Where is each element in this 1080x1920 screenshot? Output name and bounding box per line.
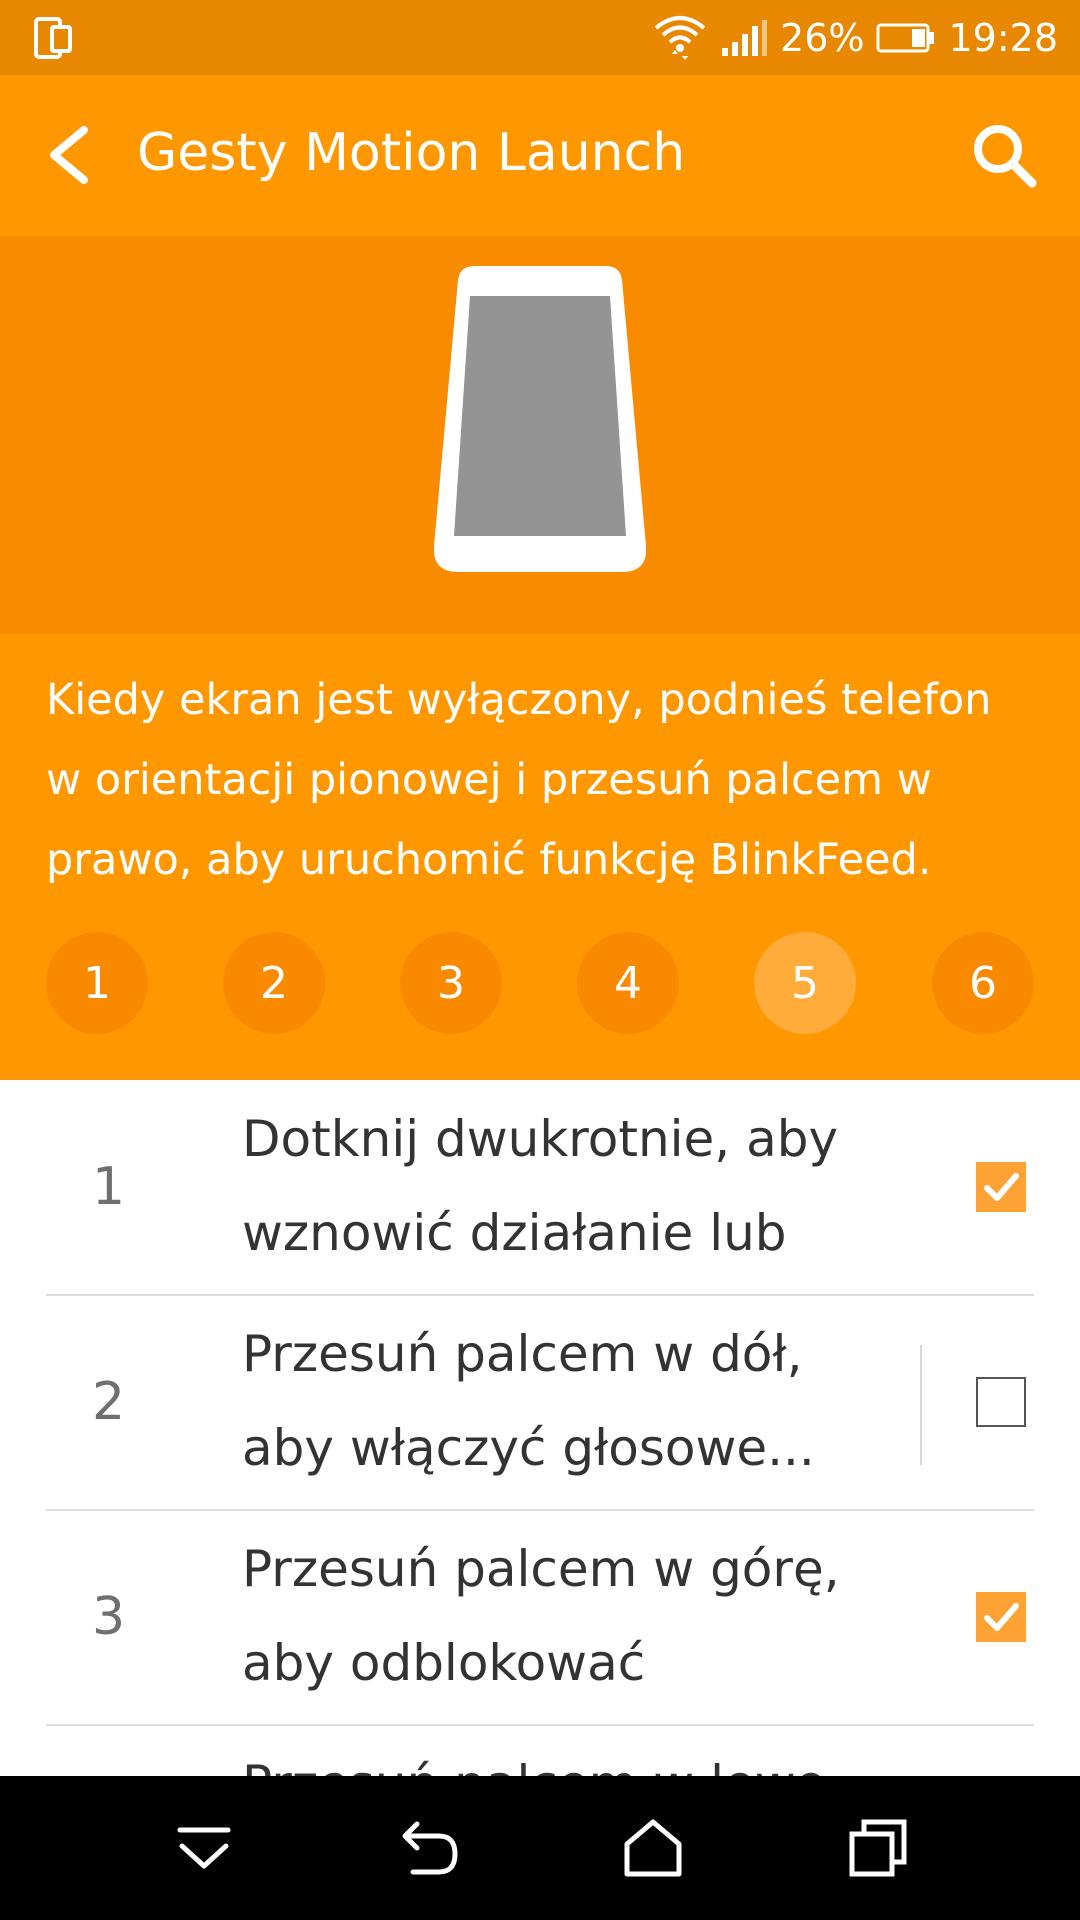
signal-icon	[722, 19, 768, 56]
gesture-number: 1	[92, 1157, 126, 1217]
app-bar: Gesty Motion Launch	[0, 75, 1080, 236]
step-button-5[interactable]: 5	[754, 932, 856, 1034]
hide-nav-icon[interactable]	[168, 1812, 240, 1884]
battery-percent: 26%	[780, 15, 865, 60]
gesture-checkbox[interactable]	[976, 1162, 1026, 1212]
navigation-bar	[0, 1776, 1080, 1920]
recent-apps-icon[interactable]	[842, 1812, 914, 1884]
wifi-icon	[654, 15, 706, 60]
search-icon[interactable]	[968, 119, 1040, 191]
gesture-number: 3	[92, 1587, 126, 1647]
list-item[interactable]: 4 Przesuń palcem w lewo	[46, 1725, 1034, 1776]
battery-icon	[876, 23, 935, 52]
list-item[interactable]: 2 Przesuń palcem w dół, aby włączyć głos…	[46, 1295, 1034, 1511]
gesture-label: Przesuń palcem w górę, aby odblokować	[242, 1540, 840, 1692]
gesture-label: Dotknij dwukrotnie, aby wznowić działani…	[242, 1110, 839, 1262]
divider	[920, 1345, 922, 1465]
gesture-description: Kiedy ekran jest wyłączony, podnieś tele…	[46, 660, 1046, 900]
status-bar: 26% 19:28	[0, 0, 1080, 75]
gesture-number: 2	[92, 1372, 126, 1432]
gesture-illustration	[0, 236, 1080, 634]
description-line: Kiedy ekran jest wyłączony, podnieś tele…	[46, 675, 992, 725]
list-item[interactable]: 1 Dotknij dwukrotnie, aby wznowić działa…	[46, 1080, 1034, 1296]
back-arrow-icon[interactable]	[40, 120, 100, 190]
step-button-1[interactable]: 1	[46, 932, 148, 1034]
description-panel: Kiedy ekran jest wyłączony, podnieś tele…	[0, 634, 1080, 1080]
step-button-4[interactable]: 4	[577, 932, 679, 1034]
phone-portrait-icon	[434, 266, 646, 572]
gesture-label: Przesuń palcem w dół, aby włączyć głosow…	[242, 1325, 815, 1477]
gesture-label: Przesuń palcem w lewo	[242, 1737, 882, 1776]
list-item[interactable]: 3 Przesuń palcem w górę, aby odblokować	[46, 1510, 1034, 1726]
gesture-list: 1 Dotknij dwukrotnie, aby wznowić działa…	[46, 1080, 1034, 1776]
step-button-3[interactable]: 3	[400, 932, 502, 1034]
clock: 19:28	[948, 15, 1058, 60]
screen-mirror-icon	[34, 17, 72, 59]
gesture-checkbox[interactable]	[976, 1592, 1026, 1642]
page-title: Gesty Motion Launch	[137, 123, 686, 183]
step-button-6[interactable]: 6	[932, 932, 1034, 1034]
description-line: prawo, aby uruchomić funkcję BlinkFeed.	[46, 835, 932, 885]
home-icon[interactable]	[617, 1812, 689, 1884]
step-button-2[interactable]: 2	[223, 932, 325, 1034]
back-icon[interactable]	[393, 1812, 465, 1884]
gesture-checkbox[interactable]	[976, 1377, 1026, 1427]
step-indicator: 1 2 3 4 5 6	[46, 932, 1034, 1034]
gesture-number: 4	[92, 1725, 152, 1776]
description-line: w orientacji pionowej i przesuń palcem w	[46, 755, 932, 805]
